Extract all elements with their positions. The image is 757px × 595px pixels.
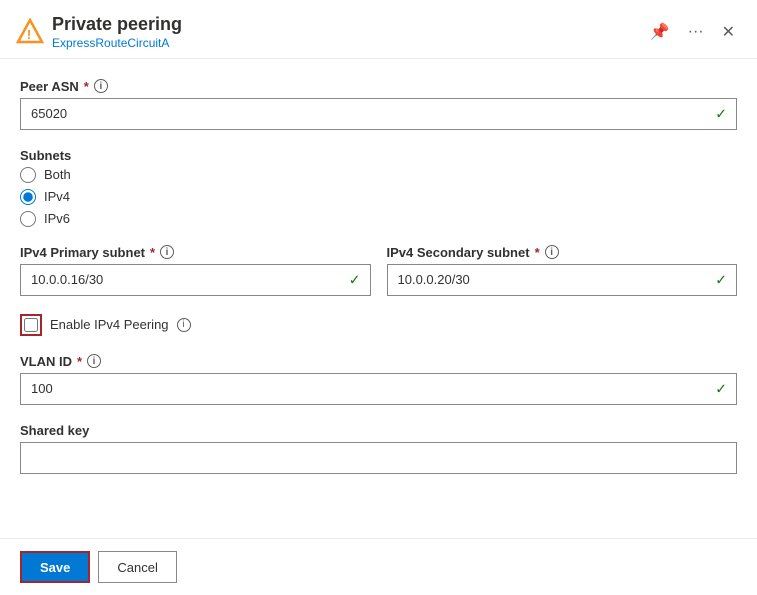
- enable-peering-info-icon[interactable]: i: [177, 318, 191, 332]
- dialog-subtitle: ExpressRouteCircuitA: [52, 36, 636, 50]
- ipv4-secondary-info-icon[interactable]: i: [545, 245, 559, 259]
- shared-key-label: Shared key: [20, 423, 737, 438]
- subnet-ipv6-radio[interactable]: [20, 211, 36, 227]
- ipv4-secondary-select[interactable]: 10.0.0.20/30: [387, 264, 738, 296]
- header-actions: 📌 ··· ✕: [644, 18, 741, 46]
- enable-peering-label: Enable IPv4 Peering: [50, 317, 169, 332]
- subnet-both-option[interactable]: Both: [20, 167, 737, 183]
- subnet-ipv6-option[interactable]: IPv6: [20, 211, 737, 227]
- ipv4-primary-select[interactable]: 10.0.0.16/30: [20, 264, 371, 296]
- subnet-ipv6-label: IPv6: [44, 211, 70, 226]
- ipv4-secondary-select-wrapper: 10.0.0.20/30 ✓: [387, 264, 738, 296]
- ipv4-primary-select-wrapper: 10.0.0.16/30 ✓: [20, 264, 371, 296]
- pin-button[interactable]: 📌: [644, 18, 676, 46]
- subnets-group: Subnets Both IPv4 IPv6: [20, 148, 737, 227]
- subnet-radio-group: Both IPv4 IPv6: [20, 167, 737, 227]
- vlan-id-select-wrapper: 100 ✓: [20, 373, 737, 405]
- peer-asn-select[interactable]: 65020: [20, 98, 737, 130]
- vlan-id-info-icon[interactable]: i: [87, 354, 101, 368]
- subnets-label: Subnets: [20, 148, 737, 163]
- close-button[interactable]: ✕: [716, 18, 741, 46]
- header-icon: !: [16, 18, 44, 46]
- enable-peering-row: Enable IPv4 Peering i: [20, 314, 737, 336]
- dialog-title: Private peering: [52, 14, 636, 36]
- private-peering-dialog: ! Private peering ExpressRouteCircuitA 📌…: [0, 0, 757, 595]
- vlan-id-group: VLAN ID * i 100 ✓: [20, 354, 737, 405]
- subnet-both-radio[interactable]: [20, 167, 36, 183]
- vlan-id-label: VLAN ID * i: [20, 354, 737, 369]
- more-button[interactable]: ···: [682, 19, 710, 45]
- subnet-ipv4-label: IPv4: [44, 189, 70, 204]
- peer-asn-select-wrapper: 65020 ✓: [20, 98, 737, 130]
- ipv4-secondary-group: IPv4 Secondary subnet * i 10.0.0.20/30 ✓: [387, 245, 738, 296]
- enable-peering-checkbox-wrapper[interactable]: [20, 314, 42, 336]
- pin-icon: 📌: [650, 22, 670, 42]
- dialog-body: Peer ASN * i 65020 ✓ Subnets Both: [0, 59, 757, 538]
- shared-key-input[interactable]: [20, 442, 737, 474]
- ipv4-primary-info-icon[interactable]: i: [160, 245, 174, 259]
- cancel-button[interactable]: Cancel: [98, 551, 176, 583]
- more-icon: ···: [688, 23, 704, 41]
- subnet-fields-row: IPv4 Primary subnet * i 10.0.0.16/30 ✓ I…: [20, 245, 737, 314]
- vlan-id-select[interactable]: 100: [20, 373, 737, 405]
- peer-asn-label: Peer ASN * i: [20, 79, 737, 94]
- subnet-ipv4-radio[interactable]: [20, 189, 36, 205]
- ipv4-secondary-label: IPv4 Secondary subnet * i: [387, 245, 738, 260]
- shared-key-group: Shared key: [20, 423, 737, 474]
- subnet-ipv4-option[interactable]: IPv4: [20, 189, 737, 205]
- subnet-both-label: Both: [44, 167, 71, 182]
- dialog-header: ! Private peering ExpressRouteCircuitA 📌…: [0, 0, 757, 59]
- header-title-group: Private peering ExpressRouteCircuitA: [52, 14, 636, 50]
- save-button[interactable]: Save: [20, 551, 90, 583]
- close-icon: ✕: [722, 22, 735, 42]
- ipv4-primary-label: IPv4 Primary subnet * i: [20, 245, 371, 260]
- enable-peering-checkbox[interactable]: [24, 318, 38, 332]
- svg-text:!: !: [27, 27, 31, 42]
- peer-asn-info-icon[interactable]: i: [94, 79, 108, 93]
- peer-asn-group: Peer ASN * i 65020 ✓: [20, 79, 737, 130]
- ipv4-primary-group: IPv4 Primary subnet * i 10.0.0.16/30 ✓: [20, 245, 371, 296]
- dialog-footer: Save Cancel: [0, 538, 757, 595]
